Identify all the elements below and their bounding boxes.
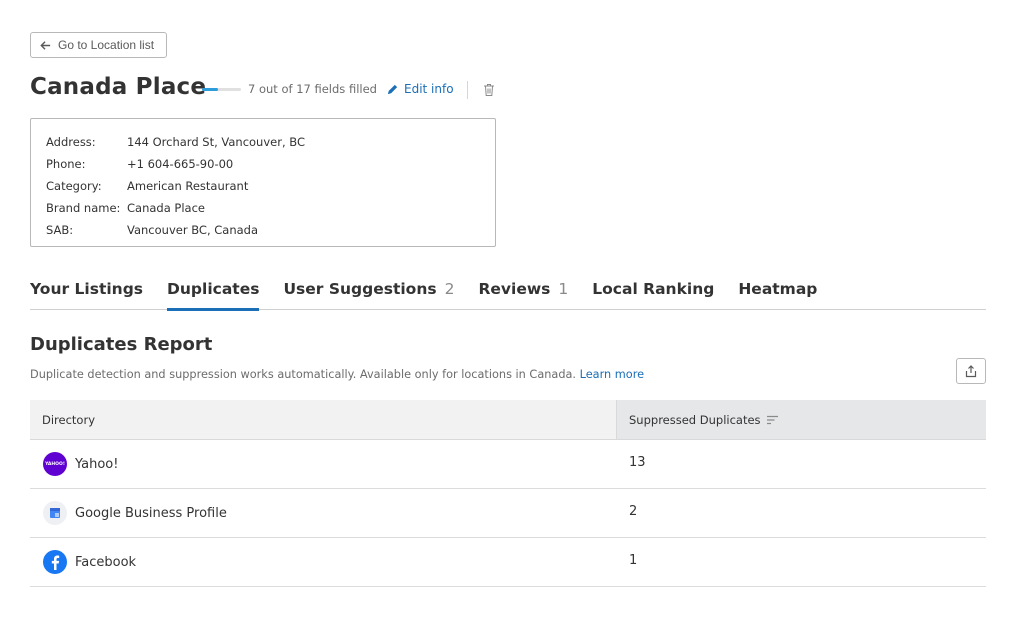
google-business-profile-logo-icon <box>43 501 67 525</box>
table-row: YAHOO! Yahoo! 13 <box>30 440 986 489</box>
tab-duplicates[interactable]: Duplicates <box>167 276 260 311</box>
directory-cell: YAHOO! Yahoo! <box>30 440 616 488</box>
info-value: 144 Orchard St, Vancouver, BC <box>127 135 305 149</box>
suppressed-count: 13 <box>629 454 646 470</box>
tab-reviews[interactable]: Reviews 1 <box>478 276 568 310</box>
info-row-category: Category: American Restaurant <box>46 175 480 197</box>
tab-label: Duplicates <box>167 280 260 298</box>
table-row: Google Business Profile 2 <box>30 489 986 538</box>
column-header-label: Suppressed Duplicates <box>629 412 761 427</box>
info-value: +1 604-665-90-00 <box>127 157 234 171</box>
info-label: Phone: <box>46 157 86 171</box>
arrow-left-icon <box>40 40 51 50</box>
info-value: Vancouver BC, Canada <box>127 223 259 237</box>
tab-your-listings[interactable]: Your Listings <box>30 276 143 310</box>
back-to-location-list-button[interactable]: Go to Location list <box>30 32 167 58</box>
edit-info-label: Edit info <box>404 82 454 96</box>
edit-info-link[interactable]: Edit info <box>386 82 454 96</box>
info-row-brand-name: Brand name: Canada Place <box>46 197 480 219</box>
tab-heatmap[interactable]: Heatmap <box>738 276 817 310</box>
report-description-text: Duplicate detection and suppression work… <box>30 368 577 381</box>
info-row-phone: Phone: +1 604-665-90-00 <box>46 153 480 175</box>
facebook-logo-icon <box>43 550 67 574</box>
column-header-directory[interactable]: Directory <box>30 400 616 439</box>
suppressed-count: 2 <box>629 503 638 519</box>
tab-count: 1 <box>558 280 569 298</box>
back-button-label: Go to Location list <box>58 38 155 52</box>
progress-bar-fill <box>202 87 219 91</box>
directory-name: Google Business Profile <box>75 505 227 521</box>
column-header-suppressed-duplicates[interactable]: Suppressed Duplicates <box>616 400 986 439</box>
tab-user-suggestions[interactable]: User Suggestions 2 <box>283 276 454 310</box>
directory-name: Yahoo! <box>75 456 119 472</box>
trash-icon[interactable] <box>483 83 495 97</box>
fields-progress: 7 out of 17 fields filled <box>202 82 377 96</box>
info-row-address: Address: 144 Orchard St, Vancouver, BC <box>46 131 480 153</box>
info-label: SAB: <box>46 223 74 237</box>
info-label: Category: <box>46 179 102 193</box>
tab-label: Heatmap <box>738 280 818 298</box>
table-row: Facebook 1 <box>30 538 986 587</box>
directory-name: Facebook <box>75 554 137 570</box>
pencil-icon <box>387 84 398 94</box>
info-row-sab: SAB: Vancouver BC, Canada <box>46 219 480 241</box>
info-label: Address: <box>46 135 96 149</box>
directory-cell: Google Business Profile <box>30 489 616 537</box>
table-header: Directory Suppressed Duplicates <box>30 400 986 440</box>
info-value: Canada Place <box>127 201 205 215</box>
tab-label: User Suggestions <box>283 280 437 298</box>
divider <box>467 81 468 99</box>
progress-bar <box>202 87 241 91</box>
location-info-box: Address: 144 Orchard St, Vancouver, BC Ph… <box>30 118 496 247</box>
learn-more-link[interactable]: Learn more <box>580 368 644 381</box>
suppressed-count: 1 <box>629 552 638 568</box>
sort-icon <box>766 415 778 424</box>
progress-text: 7 out of 17 fields filled <box>248 82 377 96</box>
tab-label: Your Listings <box>30 280 144 298</box>
yahoo-logo-icon: YAHOO! <box>43 452 67 476</box>
info-label: Brand name: <box>46 201 121 215</box>
tab-bar: Your Listings Duplicates User Suggestion… <box>30 276 986 311</box>
tab-label: Reviews <box>478 280 551 298</box>
tab-count: 2 <box>444 280 455 298</box>
page-title: Canada Place <box>30 74 207 100</box>
info-value: American Restaurant <box>127 179 249 193</box>
export-icon <box>965 364 977 377</box>
directory-cell: Facebook <box>30 538 616 586</box>
report-title: Duplicates Report <box>30 334 213 355</box>
duplicates-table: Directory Suppressed Duplicates YAHOO! Y… <box>30 400 986 587</box>
export-button[interactable] <box>956 358 986 384</box>
yahoo-logo-text: YAHOO! <box>45 461 65 467</box>
tab-local-ranking[interactable]: Local Ranking <box>592 276 714 310</box>
report-description: Duplicate detection and suppression work… <box>30 368 644 381</box>
tab-label: Local Ranking <box>592 280 715 298</box>
